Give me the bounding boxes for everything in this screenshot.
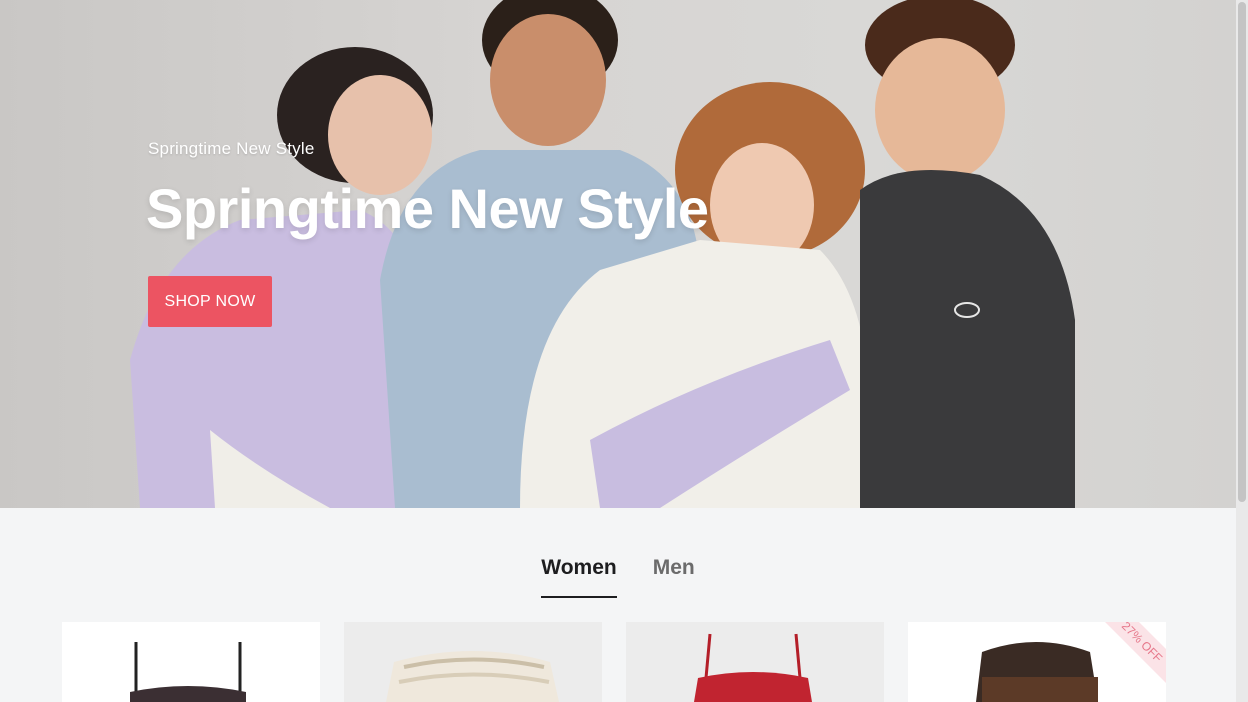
scrollbar-thumb[interactable]	[1238, 2, 1246, 502]
product-grid: 27% OFF	[62, 622, 1172, 702]
product-image	[130, 642, 246, 702]
product-card-skirt[interactable]	[344, 622, 602, 702]
product-image	[694, 633, 812, 702]
tab-women[interactable]: Women	[541, 548, 617, 598]
tab-men[interactable]: Men	[653, 548, 695, 598]
shop-now-button[interactable]: SHOP NOW	[148, 276, 272, 327]
hero-title: Springtime New Style	[146, 177, 709, 240]
hero-banner: Springtime New Style Springtime New Styl…	[0, 0, 1236, 508]
hero-subtitle: Springtime New Style	[148, 139, 315, 158]
product-card-red-cami[interactable]	[626, 622, 884, 702]
page-scrollbar[interactable]	[1236, 0, 1248, 702]
product-card-sweater[interactable]: 27% OFF	[908, 622, 1166, 702]
category-tabs: Women Men	[0, 548, 1236, 598]
product-card-camisole[interactable]	[62, 622, 320, 702]
product-image	[386, 651, 559, 702]
hero-photo	[130, 0, 1075, 508]
